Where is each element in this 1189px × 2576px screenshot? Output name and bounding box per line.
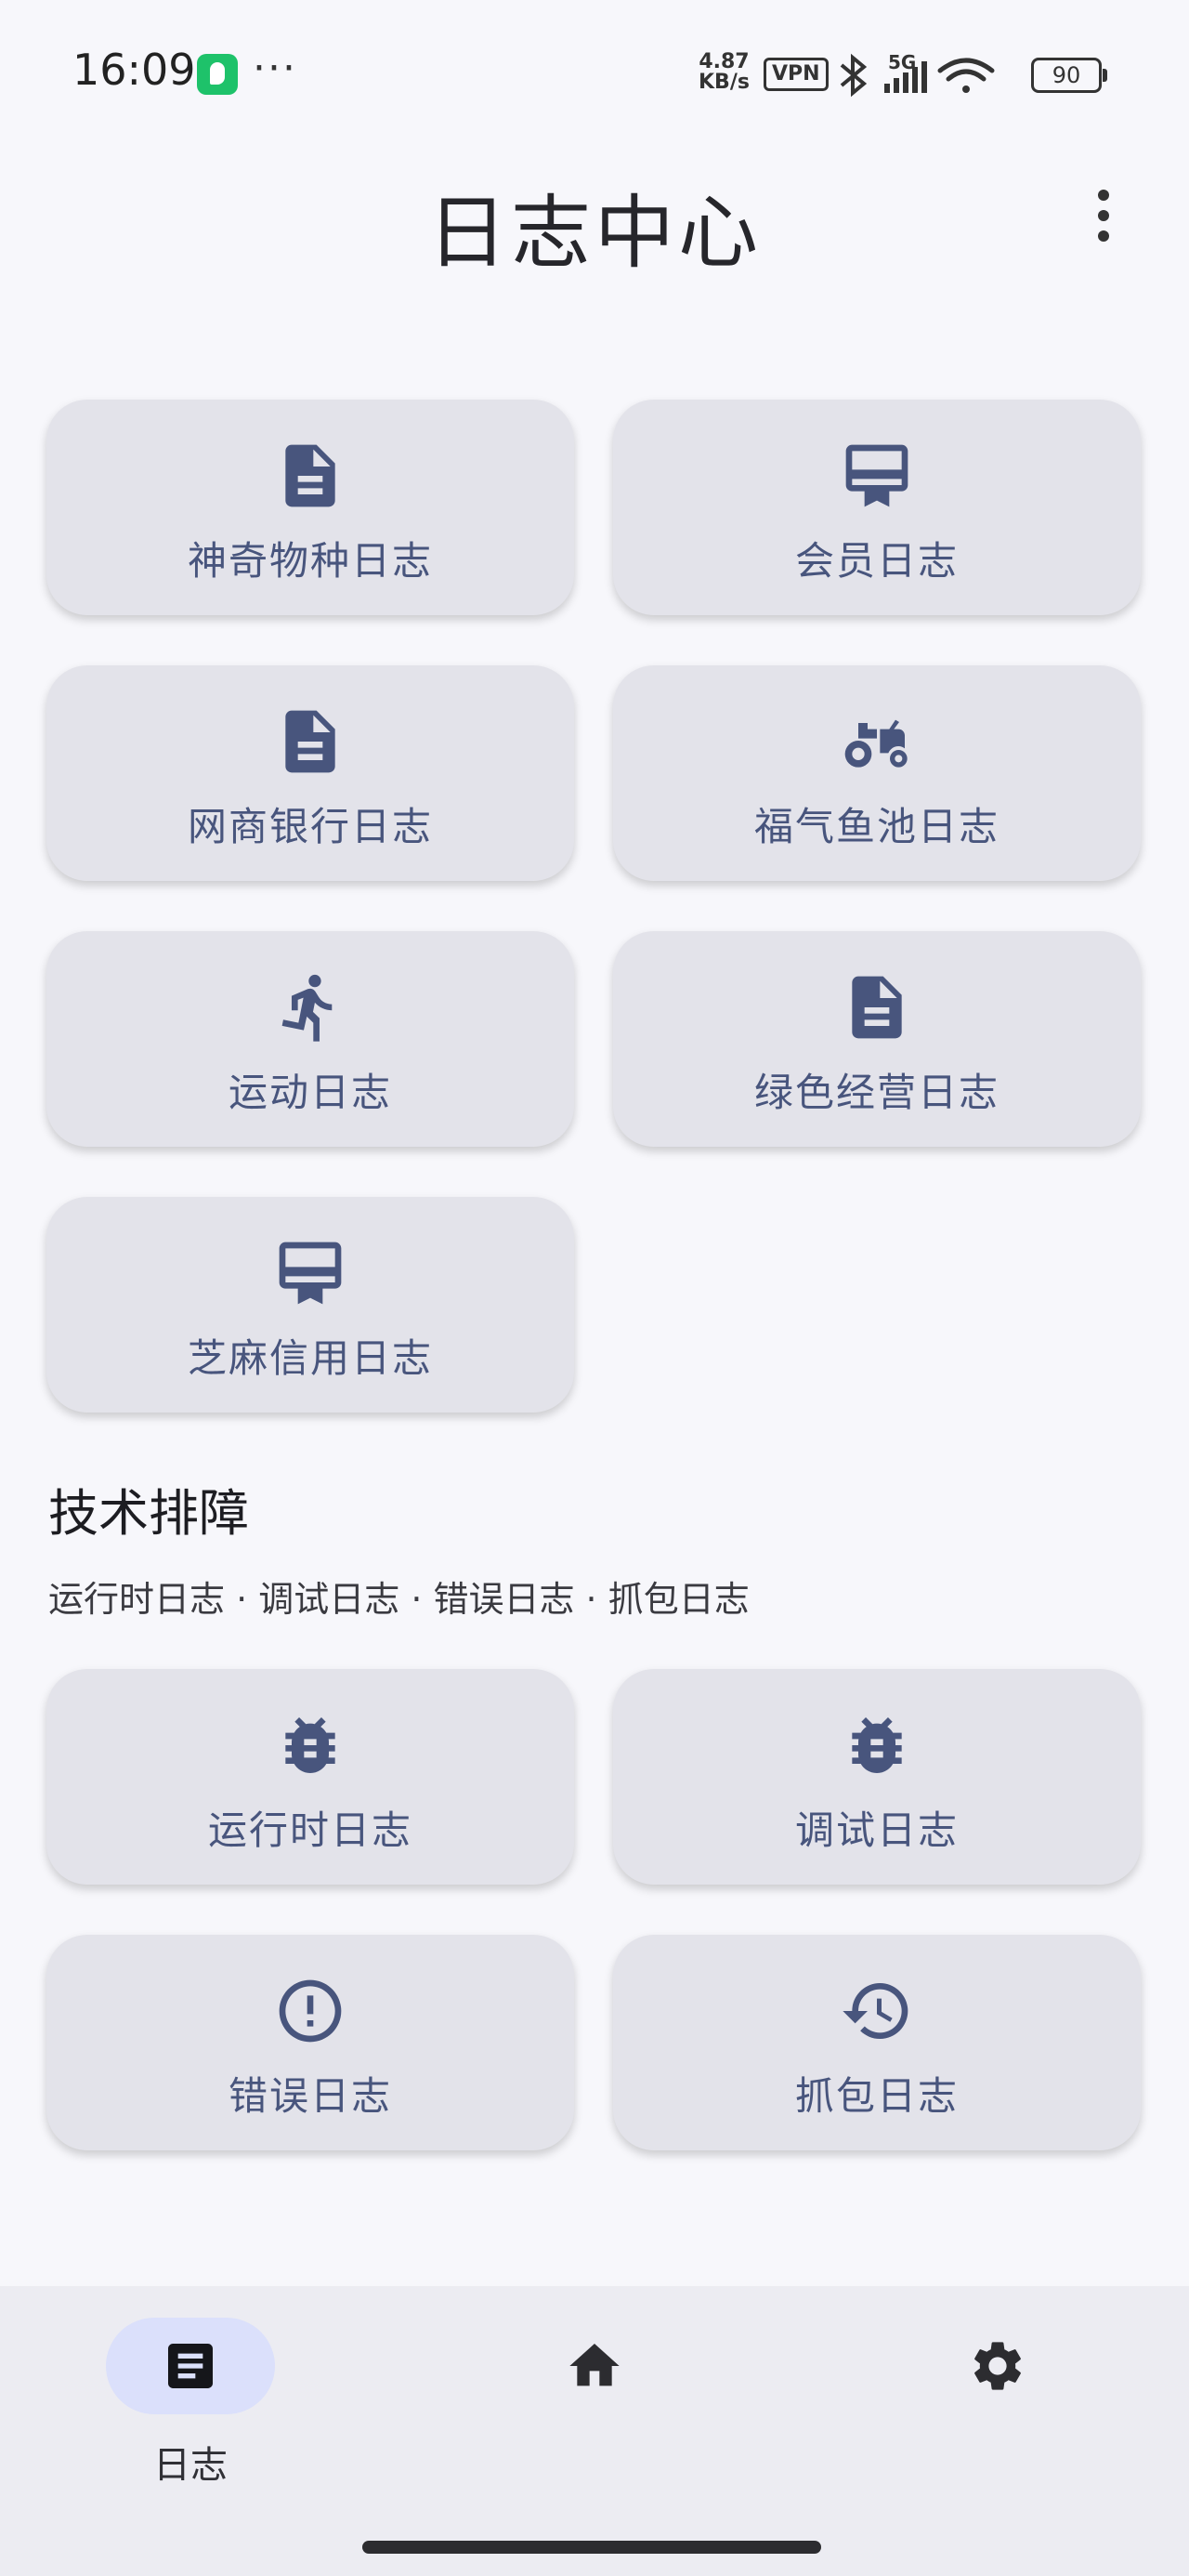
card-label: 运行时日志 [207, 1807, 412, 1853]
card-sport-log[interactable]: 运动日志 [46, 931, 574, 1147]
status-time: 16:09 [72, 45, 196, 95]
article-icon [168, 2344, 213, 2388]
card-error-log[interactable]: 错误日志 [46, 1935, 574, 2150]
overflow-menu-icon[interactable] [1085, 190, 1122, 249]
status-bar: 16:09 ··· 4.87 KB/s VPN 5G 90 [0, 0, 1189, 139]
bug-icon [852, 1717, 902, 1773]
card-label: 芝麻信用日志 [187, 1335, 433, 1381]
notification-app-icon [197, 54, 238, 95]
card-label: 错误日志 [228, 2073, 392, 2119]
card-label: 调试日志 [794, 1807, 959, 1853]
more-notifications-icon: ··· [253, 45, 297, 92]
settings-gear-icon[interactable] [968, 2336, 1027, 2396]
vpn-badge: VPN [764, 58, 829, 91]
nav-item-logs[interactable] [106, 2318, 275, 2414]
section-subtitle: 运行时日志 · 调试日志 · 错误日志 · 抓包日志 [48, 1579, 750, 1620]
nav-label-logs: 日志 [153, 2444, 228, 2487]
document-icon [852, 976, 902, 1039]
wifi-icon [937, 58, 995, 93]
card-fishpond-log[interactable]: 福气鱼池日志 [613, 665, 1141, 881]
home-indicator[interactable] [362, 2541, 821, 2554]
tractor-icon [844, 719, 908, 768]
card-label: 抓包日志 [794, 2073, 959, 2119]
card-mybank-log[interactable]: 网商银行日志 [46, 665, 574, 881]
card-label: 运动日志 [228, 1070, 392, 1115]
card-capture-log[interactable]: 抓包日志 [613, 1935, 1141, 2150]
card-species-log[interactable]: 神奇物种日志 [46, 400, 574, 615]
card-label: 神奇物种日志 [187, 538, 433, 584]
document-icon [285, 444, 335, 507]
running-icon [281, 974, 333, 1042]
card-label: 网商银行日志 [187, 804, 433, 849]
card-runtime-log[interactable]: 运行时日志 [46, 1669, 574, 1885]
signal-label: 5G [888, 52, 916, 73]
card-label: 福气鱼池日志 [753, 804, 1000, 849]
network-speed-value: 4.87 [699, 50, 750, 73]
card-member-log[interactable]: 会员日志 [613, 400, 1141, 615]
section-title: 技术排障 [48, 1484, 249, 1543]
card-label: 绿色经营日志 [753, 1070, 1000, 1115]
card-debug-log[interactable]: 调试日志 [613, 1669, 1141, 1885]
card-sesame-credit-log[interactable]: 芝麻信用日志 [46, 1197, 574, 1413]
bug-icon [285, 1717, 335, 1773]
card-ribbon-icon [845, 444, 908, 507]
battery-icon: 90 [1031, 58, 1107, 93]
card-ribbon-icon [279, 1242, 342, 1305]
network-speed-unit: KB/s [699, 71, 750, 94]
home-icon[interactable] [565, 2336, 624, 2396]
document-icon [285, 710, 335, 773]
bluetooth-icon [840, 53, 868, 98]
card-label: 会员日志 [794, 538, 959, 584]
card-green-business-log[interactable]: 绿色经营日志 [613, 931, 1141, 1147]
status-icons: 5G [840, 52, 995, 98]
history-icon [843, 1983, 908, 2039]
error-circle-icon [279, 1979, 342, 2043]
network-speed: 4.87 KB/s [699, 52, 750, 93]
bottom-navigation: 日志 [0, 2286, 1189, 2576]
page-title: 日志中心 [427, 187, 762, 280]
